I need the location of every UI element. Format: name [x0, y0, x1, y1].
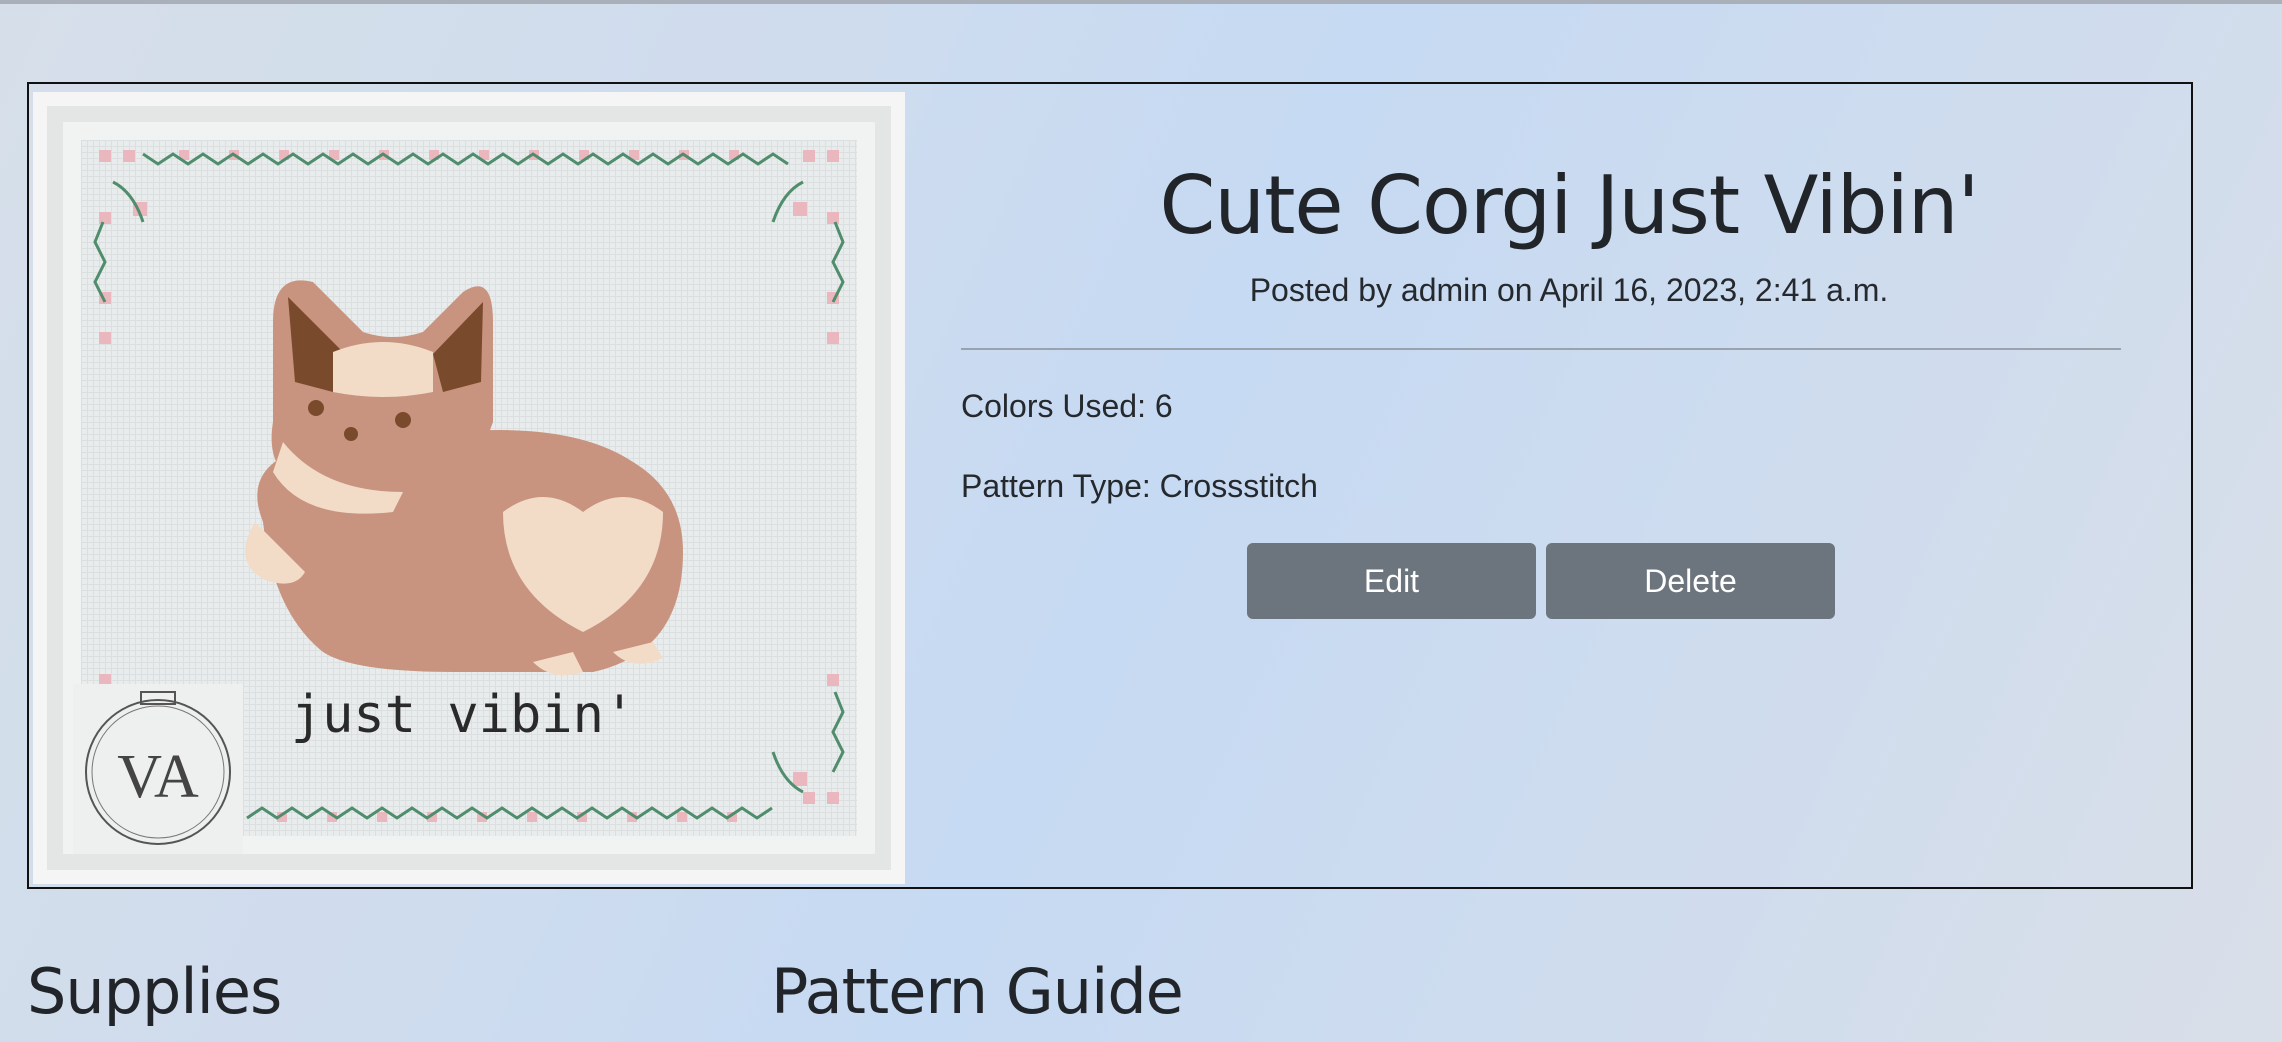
pattern-card: just vibin' VA Cute Corgi Just Vibin' Po…	[27, 82, 2193, 889]
pattern-caption: just vibin'	[291, 685, 635, 745]
divider	[961, 348, 2121, 350]
pattern-type: Pattern Type: Crossstitch	[961, 468, 1318, 504]
post-meta: Posted by admin on April 16, 2023, 2:41 …	[1249, 272, 1889, 308]
logo: VA	[73, 684, 243, 854]
delete-button[interactable]: Delete	[1546, 543, 1835, 619]
top-border	[0, 0, 2282, 4]
pattern-guide-heading: Pattern Guide	[771, 955, 1184, 1028]
pattern-image: just vibin' VA	[33, 92, 905, 884]
supplies-heading: Supplies	[27, 955, 282, 1028]
edit-button[interactable]: Edit	[1247, 543, 1536, 619]
svg-text:VA: VA	[117, 743, 199, 811]
pattern-title: Cute Corgi Just Vibin'	[1159, 159, 1980, 252]
colors-used: Colors Used: 6	[961, 388, 1173, 424]
